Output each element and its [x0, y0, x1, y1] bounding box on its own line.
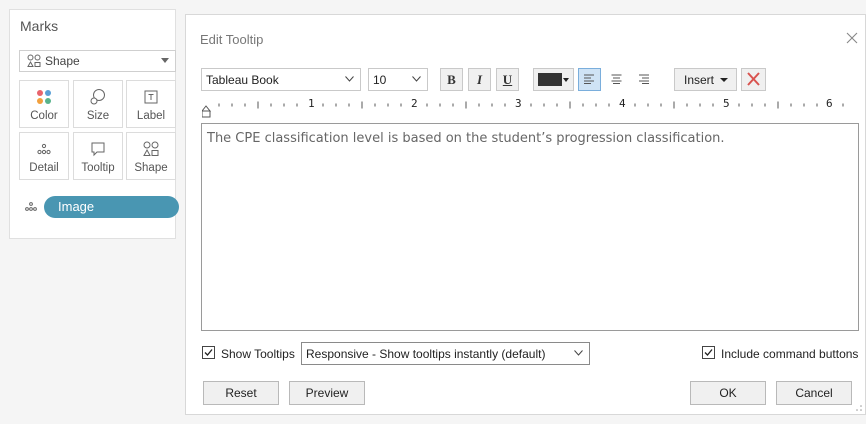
font-size-select[interactable]: 10 [368, 68, 428, 91]
shape-icon [143, 141, 159, 156]
size-tile-label: Size [86, 110, 110, 122]
color-tile-label: Color [30, 110, 58, 122]
include-command-buttons-label[interactable]: Include command buttons [721, 347, 858, 361]
clear-formatting-button[interactable] [741, 68, 766, 91]
align-left-button[interactable] [578, 68, 601, 91]
close-icon[interactable] [843, 29, 861, 47]
marks-title: Marks [20, 18, 59, 34]
chevron-down-icon [345, 76, 354, 82]
ruler-number: 3 [515, 97, 522, 110]
edit-tooltip-dialog: Edit Tooltip Tableau Book 10 B I U Inser… [185, 14, 866, 415]
ok-button[interactable]: OK [690, 381, 766, 405]
detail-tile-label: Detail [29, 162, 59, 174]
shape-tile[interactable]: Shape [126, 132, 176, 180]
italic-button[interactable]: I [468, 68, 491, 91]
tooltip-mode-value: Responsive - Show tooltips instantly (de… [306, 347, 546, 361]
insert-menu-button[interactable]: Insert [674, 68, 737, 91]
tooltip-editor[interactable]: The CPE classification level is based on… [201, 123, 859, 331]
checkmark-icon [204, 349, 213, 356]
preview-button[interactable]: Preview [289, 381, 365, 405]
font-family-select[interactable]: Tableau Book [201, 68, 361, 91]
clear-x-icon [747, 72, 760, 86]
reset-button[interactable]: Reset [203, 381, 279, 405]
ruler-number: 4 [619, 97, 626, 110]
shape-icon [27, 54, 41, 67]
detail-tile[interactable]: Detail [19, 132, 69, 180]
detail-icon [25, 202, 37, 211]
chevron-down-icon [574, 350, 583, 356]
ruler-number: 5 [723, 97, 730, 110]
tooltip-mode-select[interactable]: Responsive - Show tooltips instantly (de… [301, 342, 590, 365]
checkmark-icon [704, 349, 713, 356]
label-tile[interactable]: Label [126, 80, 176, 128]
indent-marker-icon [202, 105, 212, 118]
mark-type-label: Shape [45, 54, 80, 68]
align-center-icon [611, 74, 622, 84]
shape-tile-label: Shape [134, 162, 168, 174]
label-tile-label: Label [136, 110, 166, 122]
color-icon [37, 90, 51, 104]
ruler-number: 1 [308, 97, 315, 110]
image-field-pill[interactable]: Image [44, 196, 179, 218]
text-color-swatch [538, 73, 562, 86]
show-tooltips-checkbox[interactable] [202, 346, 215, 359]
font-family-value: Tableau Book [206, 73, 279, 87]
size-tile[interactable]: Size [73, 80, 123, 128]
include-command-buttons-checkbox[interactable] [702, 346, 715, 359]
ruler-number: 6 [826, 97, 833, 110]
editor-text: The CPE classification level is based on… [207, 131, 725, 146]
underline-button[interactable]: U [496, 68, 519, 91]
color-tile[interactable]: Color [19, 80, 69, 128]
detail-icon [37, 143, 51, 155]
align-left-icon [584, 74, 594, 84]
caret-down-icon [563, 78, 569, 82]
chevron-down-icon [161, 58, 169, 63]
ruler[interactable]: 1 2 3 4 5 6 [202, 96, 858, 118]
label-icon [144, 90, 158, 104]
align-center-button[interactable] [605, 68, 628, 91]
marks-card: Marks Shape Color Size Label Detail Tool… [9, 9, 179, 239]
ruler-ticks [202, 101, 844, 118]
bold-button[interactable]: B [440, 68, 463, 91]
chevron-down-icon [412, 76, 421, 82]
show-tooltips-label[interactable]: Show Tooltips [221, 347, 295, 361]
tooltip-tile[interactable]: Tooltip [73, 132, 123, 180]
caret-down-icon [720, 78, 728, 82]
cancel-button[interactable]: Cancel [776, 381, 852, 405]
insert-label: Insert [684, 73, 715, 87]
dialog-title: Edit Tooltip [200, 32, 264, 47]
ruler-number: 2 [411, 97, 418, 110]
size-icon [90, 89, 105, 105]
text-color-button[interactable] [533, 68, 574, 91]
mark-type-dropdown[interactable]: Shape [19, 50, 176, 72]
font-size-value: 10 [373, 73, 387, 87]
tooltip-tile-label: Tooltip [81, 162, 115, 174]
tooltip-icon [91, 142, 105, 157]
align-right-button[interactable] [632, 68, 655, 91]
resize-grip-icon[interactable] [854, 403, 863, 412]
align-right-icon [639, 74, 649, 84]
